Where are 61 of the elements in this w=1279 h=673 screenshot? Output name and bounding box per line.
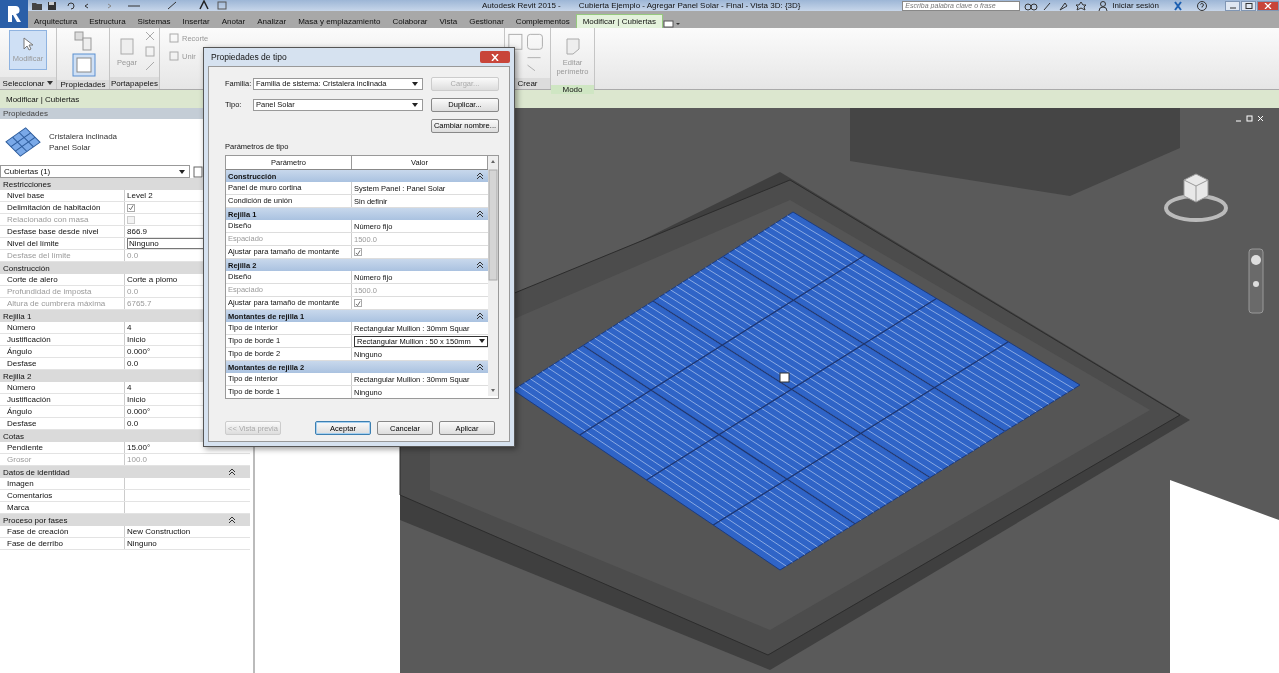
property-name: Delimitación de habitación <box>0 202 125 213</box>
property-name: Ángulo <box>0 406 125 417</box>
type-family: Cristalera inclinada <box>49 132 118 141</box>
window-title: Autodesk Revit 2015 - <box>482 1 561 10</box>
property-name: Imagen <box>0 478 125 489</box>
property-name: Nivel del límite <box>0 238 125 249</box>
property-name: Justificación <box>0 334 125 345</box>
property-name: Número <box>0 322 125 333</box>
ribbon-panel-label: Modo <box>562 85 583 94</box>
property-name: Altura de cumbrera máxima <box>0 298 125 309</box>
property-value: 866.9 <box>127 227 148 236</box>
group-title: Construcción <box>3 263 50 273</box>
ribbon-panel-label: Portapapeles <box>110 78 159 88</box>
property-name: Fase de creación <box>0 526 125 537</box>
property-value: 6765.7 <box>127 299 152 308</box>
property-value: Ninguno <box>127 539 157 548</box>
property-name: Desfase del límite <box>0 250 125 261</box>
property-name: Número <box>0 382 125 393</box>
property-value: 100.0 <box>127 455 148 464</box>
property-value: New Construction <box>127 527 191 536</box>
property-name: Pendiente <box>0 442 125 453</box>
context-label: Modificar | Cubiertas <box>6 94 80 104</box>
group-title: Rejilla 1 <box>3 311 32 321</box>
group-title: Cotas <box>3 431 24 441</box>
property-name: Desfase base desde nivel <box>0 226 125 237</box>
property-value: Level 2 <box>127 191 153 200</box>
property-name: Justificación <box>0 394 125 405</box>
property-name: Ángulo <box>0 346 125 357</box>
property-name: Corte de alero <box>0 274 125 285</box>
property-name: Fase de derribo <box>0 538 125 549</box>
ribbon-panel-label: Crear <box>517 79 538 88</box>
group-title: Rejilla 2 <box>3 371 32 381</box>
group-title: Restricciones <box>3 179 51 189</box>
property-name: Desfase <box>0 358 125 369</box>
property-value: 0.000° <box>127 347 151 356</box>
palette-title: Propiedades <box>3 109 48 118</box>
group-title: Proceso por fases <box>3 515 68 525</box>
property-name: Comentarios <box>0 490 125 501</box>
type-name: Panel Solar <box>49 143 92 152</box>
property-name: Relacionado con masa <box>0 214 125 225</box>
property-name: Profundidad de imposta <box>0 286 125 297</box>
ribbon-panel-label: Propiedades <box>60 80 106 89</box>
dialog-title: Propiedades de tipo <box>211 52 287 62</box>
document-title: Cubierta Ejemplo - Agregar Panel Solar - Final - Vista 3D: {3D} <box>578 1 801 10</box>
property-name: Desfase <box>0 418 125 429</box>
ribbon-panel-label: Seleccionar <box>2 78 45 88</box>
property-value: 0.0 <box>127 287 139 296</box>
property-value: 0.0 <box>127 251 139 260</box>
property-value: Corte a plomo <box>127 275 178 284</box>
property-value: 0.0 <box>127 419 139 428</box>
property-value: Inicio <box>127 335 146 344</box>
property-value: 15.00° <box>127 443 151 452</box>
property-value: Inicio <box>127 395 146 404</box>
property-value: 4 <box>127 383 132 392</box>
property-name: Nivel base <box>0 190 125 201</box>
property-value: 4 <box>127 323 132 332</box>
property-name: Marca <box>0 502 125 513</box>
property-value: 0.0 <box>127 359 139 368</box>
property-name: Grosor <box>0 454 125 465</box>
group-title: Datos de identidad <box>3 467 70 477</box>
property-value: 0.000° <box>127 407 151 416</box>
